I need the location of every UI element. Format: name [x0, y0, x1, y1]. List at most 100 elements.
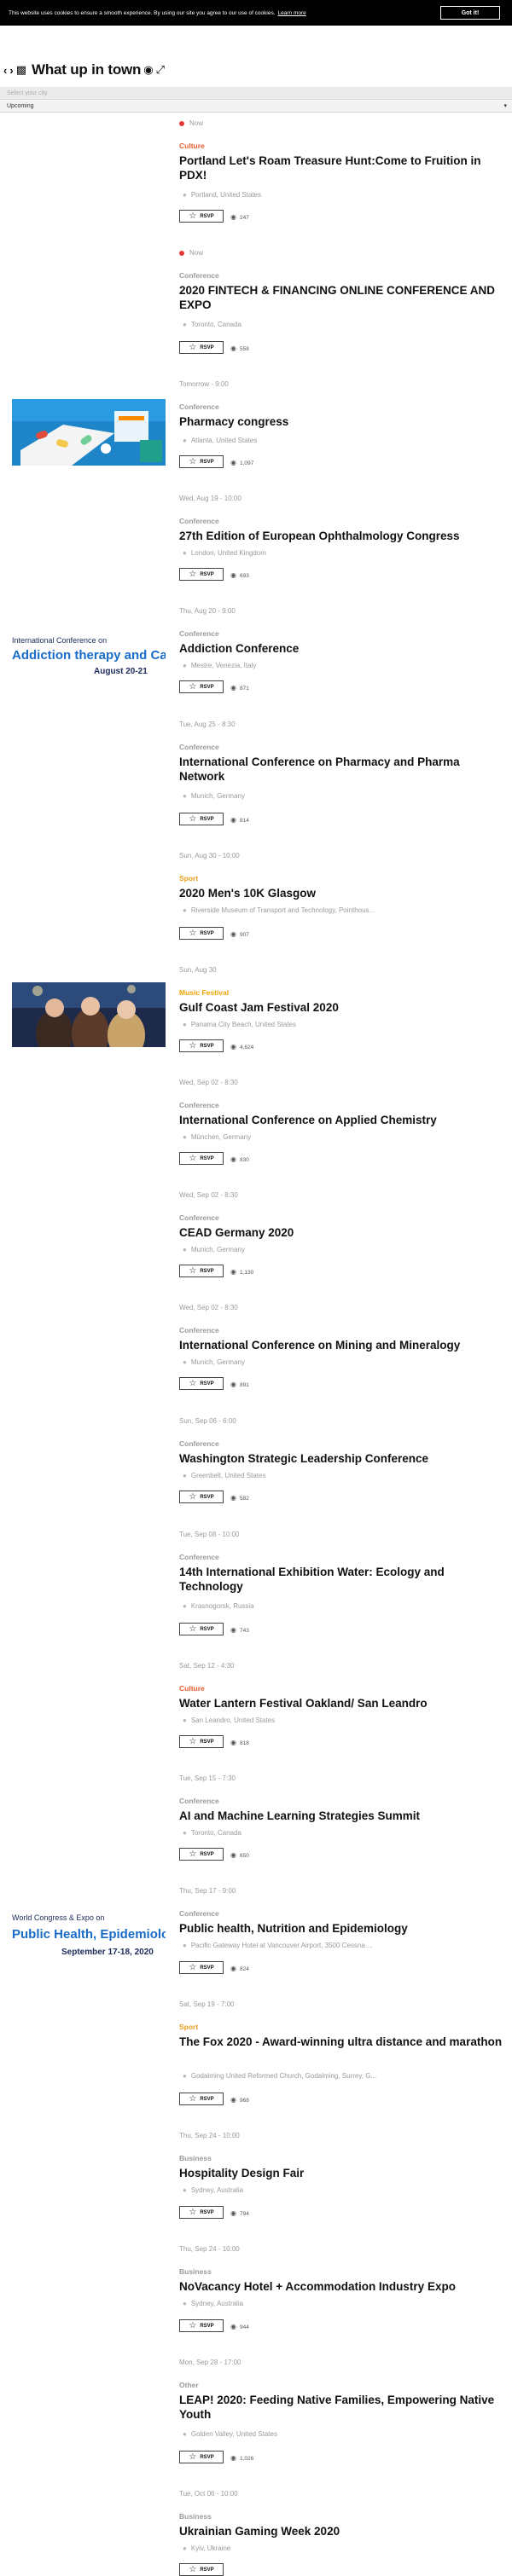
event-location: ● San Leandro, United States [183, 1716, 507, 1724]
event-time: Wed, Aug 19 - 10:00 [179, 495, 241, 502]
eye-icon: ◉ [230, 2096, 236, 2104]
rsvp-button[interactable]: ☆ RSVP [179, 568, 224, 581]
view-count: ◉ 693 [230, 571, 249, 579]
event-location: ● Kyiv, Ukraine [183, 2544, 507, 2552]
event-thumbnail[interactable] [12, 982, 166, 1047]
event-time-text: Tue, Sep 08 - 10:00 [179, 1531, 240, 1538]
rsvp-button[interactable]: ☆ RSVP [179, 1491, 224, 1503]
event-category: Conference [179, 629, 219, 638]
event-thumbnail[interactable]: World Congress & Expo on Public Health, E… [12, 1908, 166, 1965]
star-icon: ☆ [189, 2321, 197, 2330]
rsvp-button[interactable]: ☆ RSVP [179, 2093, 224, 2105]
rsvp-button[interactable]: ☆ RSVP [179, 2319, 224, 2332]
rsvp-button[interactable]: ☆ RSVP [179, 1265, 224, 1277]
event-location: ● Munich, Germany [183, 1358, 507, 1366]
event-title[interactable]: International Conference on Applied Chem… [179, 1113, 508, 1127]
star-icon: ☆ [189, 211, 197, 221]
rsvp-label: RSVP [200, 1043, 214, 1049]
rsvp-button[interactable]: ☆ RSVP [179, 2451, 224, 2463]
rsvp-button[interactable]: ☆ RSVP [179, 813, 224, 825]
event-time: Thu, Sep 24 - 10:00 [179, 2245, 240, 2253]
event-title[interactable]: 27th Edition of European Ophthalmology C… [179, 529, 508, 543]
view-count-text: 871 [239, 686, 249, 692]
view-count: ◉ 968 [230, 2096, 249, 2104]
svg-text:International Conference on: International Conference on [12, 636, 107, 645]
rsvp-button[interactable]: ☆ RSVP [179, 1735, 224, 1748]
event-title[interactable]: International Conference on Pharmacy and… [179, 755, 508, 784]
eye-icon: ◉ [230, 1494, 236, 1502]
event-location-text: San Leandro, United States [190, 1716, 276, 1724]
event-title[interactable]: The Fox 2020 - Award-winning ultra dista… [179, 2035, 508, 2049]
rsvp-button[interactable]: ☆ RSVP [179, 680, 224, 693]
view-count-text: 743 [239, 1628, 249, 1634]
event-time-text: Sun, Aug 30 - 10:00 [179, 852, 240, 860]
event-time-text: Wed, Aug 19 - 10:00 [179, 495, 241, 502]
rsvp-button[interactable]: ☆ RSVP [179, 341, 224, 354]
event-location-text: London, United Kingdom [190, 549, 266, 557]
event-time-text: Now [189, 119, 204, 127]
event-title[interactable]: Hospitality Design Fair [179, 2166, 508, 2180]
event-title[interactable]: LEAP! 2020: Feeding Native Families, Emp… [179, 2393, 508, 2422]
event-thumbnail[interactable] [12, 399, 166, 466]
event-title[interactable]: 2020 Men's 10K Glasgow [179, 886, 508, 900]
rsvp-label: RSVP [200, 2567, 214, 2573]
event-category: Conference [179, 1909, 219, 1918]
event-title[interactable]: AI and Machine Learning Strategies Summi… [179, 1809, 508, 1823]
rsvp-label: RSVP [200, 213, 214, 219]
rsvp-button[interactable]: ☆ RSVP [179, 1961, 224, 1974]
event-time-text: Thu, Aug 20 - 9:00 [179, 607, 236, 615]
event-title[interactable]: Gulf Coast Jam Festival 2020 [179, 1000, 508, 1015]
event-time-text: Tomorrow - 9:00 [179, 380, 229, 388]
event-location: ● Sydney, Australia [183, 2186, 507, 2194]
event-title[interactable]: Washington Strategic Leadership Conferen… [179, 1451, 508, 1466]
event-location: ● Munich, Germany [183, 1246, 507, 1253]
rsvp-label: RSVP [200, 1381, 214, 1386]
star-icon: ☆ [189, 1963, 197, 1972]
event-time-text: Wed, Sep 02 - 8:30 [179, 1304, 238, 1311]
event-title[interactable]: 14th International Exhibition Water: Eco… [179, 1565, 508, 1594]
event-title[interactable]: CEAD Germany 2020 [179, 1225, 508, 1240]
event-thumbnail[interactable]: International Conference on Addiction the… [12, 631, 166, 682]
rsvp-button[interactable]: ☆ RSVP [179, 2206, 224, 2219]
rsvp-button[interactable]: ☆ RSVP [179, 927, 224, 940]
event-title[interactable]: Pharmacy congress [179, 414, 508, 429]
event-category: Conference [179, 402, 219, 411]
event-title[interactable]: 2020 FINTECH & FINANCING ONLINE CONFEREN… [179, 283, 508, 312]
event-title[interactable]: International Conference on Mining and M… [179, 1338, 508, 1352]
event-title[interactable]: Addiction Conference [179, 641, 508, 656]
event-location-text: Pacific Gateway Hotel at Vancouver Airpo… [190, 1942, 373, 1949]
star-icon: ☆ [189, 457, 197, 466]
rsvp-button[interactable]: ☆ RSVP [179, 455, 224, 468]
event-title[interactable]: NoVacancy Hotel + Accommodation Industry… [179, 2279, 508, 2294]
event-title[interactable]: Water Lantern Festival Oakland/ San Lean… [179, 1696, 508, 1711]
event-location-text: Kyiv, Ukraine [190, 2544, 231, 2552]
view-count: ◉ 4,624 [230, 1043, 253, 1051]
event-location-text: Toronto, Canada [190, 321, 241, 328]
event-category: Conference [179, 271, 219, 280]
rsvp-button[interactable]: ☆ RSVP [179, 210, 224, 223]
rsvp-button[interactable]: ☆ RSVP [179, 1623, 224, 1635]
rsvp-label: RSVP [200, 1155, 214, 1161]
star-icon: ☆ [189, 1041, 197, 1051]
rsvp-button[interactable]: ☆ RSVP [179, 1039, 224, 1052]
rsvp-button[interactable]: ☆ RSVP [179, 1377, 224, 1390]
rsvp-button[interactable]: ☆ RSVP [179, 1152, 224, 1165]
event-location-text: Krasnogorsk, Russia [190, 1602, 254, 1610]
location-pin-icon: ● [183, 1602, 187, 1610]
view-count-text: 693 [239, 573, 249, 579]
rsvp-button[interactable]: ☆ RSVP [179, 1848, 224, 1861]
rsvp-button[interactable]: ☆ RSVP [179, 2563, 224, 2576]
svg-text:Public Health, Epidemiology: Public Health, Epidemiology [12, 1927, 166, 1942]
star-icon: ☆ [189, 2565, 197, 2574]
rsvp-label: RSVP [200, 2323, 214, 2329]
event-title[interactable]: Portland Let's Roam Treasure Hunt:Come t… [179, 153, 508, 182]
event-title[interactable]: Public health, Nutrition and Epidemiolog… [179, 1921, 508, 1936]
rsvp-label: RSVP [200, 930, 214, 936]
event-category: Conference [179, 743, 219, 751]
event-time-text: Sun, Sep 06 - 6:00 [179, 1417, 236, 1425]
star-icon: ☆ [189, 1266, 197, 1276]
event-time-text: Mon, Sep 28 - 17:00 [179, 2359, 241, 2366]
svg-text:Addiction therapy and Care: Addiction therapy and Care [12, 648, 166, 663]
event-time: Tue, Aug 25 - 8:30 [179, 721, 236, 728]
event-title[interactable]: Ukrainian Gaming Week 2020 [179, 2524, 508, 2538]
